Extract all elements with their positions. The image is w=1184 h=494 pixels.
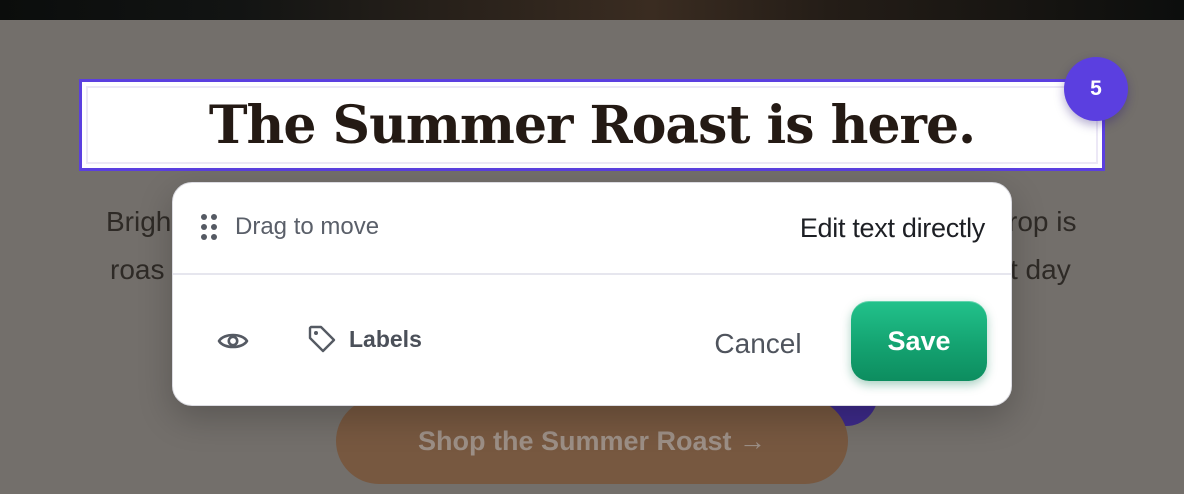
- drag-handle[interactable]: Drag to move: [201, 209, 379, 245]
- step-badge: 5: [1064, 57, 1128, 121]
- edit-toolbar: Drag to move Edit text directly Labels C…: [172, 182, 1012, 406]
- body-text-line1-right: rop is: [1008, 206, 1077, 237]
- headline-text[interactable]: The Summer Roast is here.: [209, 95, 976, 156]
- tag-icon: [307, 324, 337, 354]
- grip-dots-icon: [201, 214, 217, 240]
- hero-image-strip: [0, 0, 1184, 20]
- shop-cta-label: Shop the Summer Roast →: [417, 425, 767, 456]
- headline-selection-frame[interactable]: The Summer Roast is here.: [79, 79, 1105, 171]
- visibility-toggle-button[interactable]: [211, 325, 255, 357]
- labels-button[interactable]: Labels: [307, 321, 422, 357]
- labels-label: Labels: [349, 325, 422, 352]
- save-button[interactable]: Save: [851, 301, 987, 381]
- toolbar-header: Drag to move Edit text directly: [173, 183, 1011, 275]
- body-text-line1-left: Brigh: [106, 206, 172, 237]
- mode-label: Edit text directly: [799, 213, 985, 243]
- drag-label: Drag to move: [235, 213, 380, 240]
- eye-icon: [217, 329, 249, 353]
- cancel-button[interactable]: Cancel: [693, 319, 823, 369]
- body-text-line2-left: roas: [110, 254, 165, 285]
- shop-cta-button[interactable]: Shop the Summer Roast →: [336, 398, 848, 484]
- body-text-line2-right: t day: [1010, 254, 1071, 285]
- headline-editable-area[interactable]: The Summer Roast is here.: [86, 86, 1098, 164]
